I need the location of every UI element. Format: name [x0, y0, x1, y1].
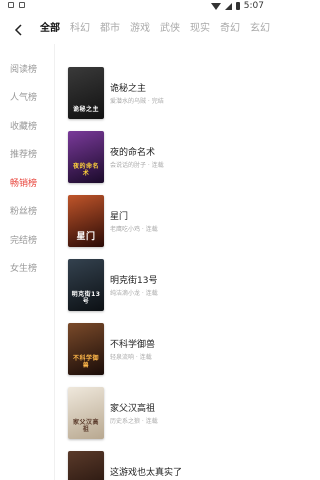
book-item[interactable]: 夜的命名术 夜的命名术 会说话的肘子 · 连载 — [68, 131, 268, 183]
tab-xuanhuan[interactable]: 玄幻 — [250, 22, 270, 36]
notification-icon — [19, 2, 25, 8]
book-item[interactable]: 星门 星门 老鹰吃小鸡 · 连载 — [68, 195, 268, 247]
book-item[interactable]: 诡秘之主 诡秘之主 爱潜水的乌贼 · 完结 — [68, 67, 268, 119]
book-item[interactable]: 不科学御兽 不科学御兽 轻泉流响 · 连载 — [68, 323, 268, 375]
tab-scifi[interactable]: 科幻 — [70, 22, 90, 36]
category-tabs: 全部 科幻 都市 游戏 武侠 现实 奇幻 玄幻 — [40, 22, 270, 36]
book-meta: 爱潜水的乌贼 · 完结 — [110, 98, 164, 105]
book-item[interactable]: 家父汉高祖 家父汉高祖 历史系之狼 · 连载 — [68, 387, 268, 439]
sidebar-item-popularity[interactable]: 人气榜 — [10, 92, 37, 104]
book-item[interactable]: 明克街13号 明克街13号 纯洁滴小龙 · 连载 — [68, 259, 268, 311]
book-title: 这游戏也太真实了 — [110, 468, 183, 478]
cover-title: 明克街13号 — [71, 291, 101, 305]
cover-title: 夜的命名术 — [72, 163, 99, 177]
gallery-icon — [8, 2, 14, 8]
sidebar-item-recommend[interactable]: 推荐榜 — [10, 149, 37, 161]
book-title: 明克街13号 — [110, 276, 158, 286]
sidebar-item-completed[interactable]: 完结榜 — [10, 235, 37, 247]
book-title: 夜的命名术 — [110, 148, 156, 158]
book-cover: 星门 — [68, 195, 104, 247]
book-cover: 明克街13号 — [68, 259, 104, 311]
chevron-left-icon — [14, 24, 22, 36]
book-status: 连载 — [145, 226, 158, 233]
book-cover: 家父汉高祖 — [68, 387, 104, 439]
sidebar-item-reading[interactable]: 阅读榜 — [10, 64, 37, 76]
sidebar-item-favorites[interactable]: 收藏榜 — [10, 121, 37, 133]
tab-wuxia[interactable]: 武侠 — [160, 22, 180, 36]
book-author: 轻泉流响 — [110, 354, 135, 361]
book-meta: 历史系之狼 · 连载 — [110, 418, 158, 425]
back-button[interactable] — [14, 24, 24, 36]
tab-reality[interactable]: 现实 — [190, 22, 210, 36]
top-nav: 全部 科幻 都市 游戏 武侠 现实 奇幻 玄幻 — [0, 16, 270, 44]
book-title: 不科学御兽 — [110, 340, 156, 350]
book-title: 诡秘之主 — [110, 84, 147, 94]
book-author: 老鹰吃小鸡 — [110, 226, 141, 233]
book-meta: 老鹰吃小鸡 · 连载 — [110, 226, 158, 233]
book-title: 家父汉高祖 — [110, 404, 156, 414]
book-author: 会说话的肘子 — [110, 162, 147, 169]
book-author: 纯洁滴小龙 — [110, 290, 141, 297]
book-list: 诡秘之主 诡秘之主 爱潜水的乌贼 · 完结 夜的命名术 夜的命名术 会说话的肘子… — [54, 44, 270, 480]
book-author: 爱潜水的乌贼 — [110, 98, 147, 105]
wifi-icon — [210, 2, 221, 10]
book-cover: 不科学御兽 — [68, 323, 104, 375]
signal-icon — [224, 2, 232, 10]
status-icons-left — [8, 2, 25, 8]
book-status: 完结 — [151, 98, 164, 105]
tab-urban[interactable]: 都市 — [100, 22, 120, 36]
book-status: 连载 — [145, 418, 158, 425]
book-status: 连载 — [139, 354, 152, 361]
book-cover: 夜的命名术 — [68, 131, 104, 183]
book-cover — [68, 451, 104, 480]
book-meta: 纯洁滴小龙 · 连载 — [110, 290, 158, 297]
sidebar-item-female[interactable]: 女生榜 — [10, 263, 37, 275]
battery-icon — [235, 2, 240, 10]
book-item[interactable]: 这游戏也太真实了 — [68, 451, 268, 480]
tab-all[interactable]: 全部 — [40, 22, 60, 36]
sidebar-item-bestseller[interactable]: 畅销榜 — [10, 178, 37, 190]
ranking-sidebar: 阅读榜 人气榜 收藏榜 推荐榜 畅销榜 粉丝榜 完结榜 女生榜 — [0, 44, 55, 480]
book-status: 连载 — [145, 290, 158, 297]
sidebar-item-fans[interactable]: 粉丝榜 — [10, 206, 37, 218]
status-bar: 5:07 — [0, 0, 270, 14]
book-cover: 诡秘之主 — [68, 67, 104, 119]
status-icons-right: 5:07 — [210, 1, 264, 11]
cover-title: 诡秘之主 — [72, 106, 99, 113]
book-status: 连载 — [151, 162, 164, 169]
cover-title: 家父汉高祖 — [72, 419, 99, 433]
book-meta: 会说话的肘子 · 连载 — [110, 162, 164, 169]
book-meta: 轻泉流响 · 连载 — [110, 354, 152, 361]
cover-title: 星门 — [76, 232, 96, 242]
cover-title: 不科学御兽 — [72, 355, 99, 369]
book-title: 星门 — [110, 212, 129, 222]
tab-game[interactable]: 游戏 — [130, 22, 150, 36]
clock-time: 5:07 — [243, 1, 264, 11]
book-author: 历史系之狼 — [110, 418, 141, 425]
tab-fantasy[interactable]: 奇幻 — [220, 22, 240, 36]
